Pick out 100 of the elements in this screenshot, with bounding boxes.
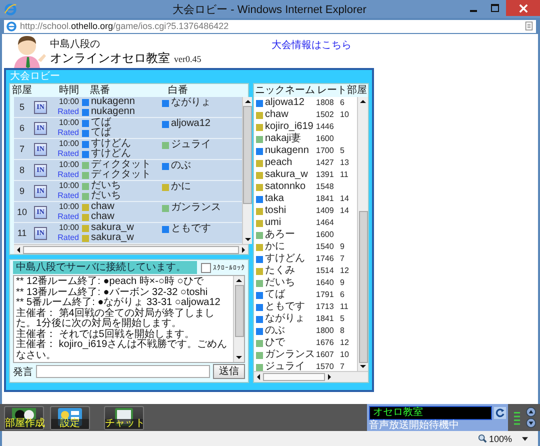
horizontal-scrollbar[interactable]	[254, 371, 368, 382]
rated-label: Rated	[58, 128, 79, 138]
rating: 1446	[316, 121, 335, 133]
player-name: nukagenn	[91, 107, 135, 117]
zoom-control[interactable]: 100%	[478, 434, 512, 444]
player-name: taka	[265, 193, 284, 205]
player-name: のぶ	[171, 161, 191, 171]
room-number: 9	[340, 241, 344, 253]
player-name: かに	[265, 241, 285, 253]
rating: 1570	[316, 361, 335, 371]
player-name: だいち	[91, 181, 121, 191]
room-number: 10	[340, 349, 349, 361]
player-name: chaw	[91, 212, 114, 222]
column-header: 時間	[58, 84, 80, 97]
address-field[interactable]: http://school.othello.org/game/ios.cgi?5.1376486422	[4, 20, 536, 32]
player-name: sakura_w	[91, 223, 134, 233]
player-name: ディクタット	[91, 170, 151, 180]
chat-message: 主催者： kojiro_i619さんは不戦勝です。ごめんなさい。	[16, 340, 228, 361]
toolbar-button[interactable]: チャット	[104, 406, 144, 430]
chat-message: 主催者： 第4回戦の全ての対局が終了しました。1分後に次の対局を開始します。	[16, 308, 216, 329]
time-limit: 10:00	[58, 181, 79, 191]
player-name: satonnko	[265, 181, 306, 193]
player-name: toshi	[265, 205, 286, 217]
page-icon[interactable]	[525, 21, 533, 31]
browser-logo-icon	[6, 20, 17, 32]
room-number: 10	[340, 109, 349, 121]
time-limit: 10:00	[58, 139, 79, 149]
dropdown-caret-icon[interactable]	[522, 436, 528, 440]
room-number: 12	[340, 337, 349, 349]
column-header: レート	[317, 84, 347, 97]
player-name: のぶ	[265, 325, 285, 337]
subtitle: 中島八段の	[50, 38, 101, 51]
send-button[interactable]: 送信	[213, 364, 245, 379]
rating: 1409	[316, 205, 335, 217]
toolbar-button[interactable]: 設定	[50, 406, 90, 430]
horizontal-scrollbar[interactable]	[14, 244, 248, 254]
room-number: 14	[340, 193, 349, 205]
time-limit: 10:00	[58, 160, 79, 170]
vertical-scrollbar[interactable]	[242, 97, 252, 244]
column-header: ニックネーム	[254, 84, 316, 97]
player-name: ガンランス	[265, 349, 315, 361]
column-header: 部屋	[347, 84, 368, 97]
player-name: てば	[91, 118, 111, 128]
player-name: たくみ	[265, 265, 295, 277]
player-name: umi	[265, 217, 282, 229]
volume-up-button[interactable]	[526, 407, 536, 417]
volume-down-button[interactable]	[526, 418, 536, 428]
channel-display: オセロ教室	[369, 406, 492, 420]
rated-label: Rated	[58, 107, 79, 117]
column-header: 黒番	[89, 84, 111, 96]
rating: 1791	[316, 289, 335, 301]
player-name: だいち	[91, 191, 121, 201]
vertical-scrollbar[interactable]	[233, 276, 244, 362]
rating: 1427	[316, 157, 335, 169]
player-name: ともです	[265, 301, 305, 313]
vertical-scrollbar[interactable]	[357, 97, 368, 371]
rated-label: Rated	[58, 170, 79, 180]
rating: 1391	[316, 169, 335, 181]
rated-label: Rated	[58, 212, 79, 222]
room-number: 5	[340, 313, 344, 325]
time-limit: 10:00	[58, 223, 79, 233]
rating: 1841	[316, 313, 335, 325]
room-number: 10	[16, 207, 28, 217]
rating: 1700	[316, 145, 335, 157]
rated-label: Rated	[58, 149, 79, 159]
player-name: すけどん	[91, 149, 131, 159]
room-number: 13	[340, 157, 349, 169]
rating: 1514	[316, 265, 335, 277]
version-label: ver0.45	[174, 54, 202, 64]
refresh-icon[interactable]	[494, 407, 506, 419]
player-name: ひで	[265, 337, 285, 349]
player-name: aljowa12	[265, 97, 304, 109]
tournament-info-link[interactable]: 大会情報はこちら	[271, 38, 352, 52]
rated-label: Rated	[58, 191, 79, 201]
rating: 1600	[316, 229, 335, 241]
message-input[interactable]	[36, 365, 210, 378]
room-number: 8	[18, 165, 26, 175]
chat-message: ** 5番ルーム終了: ●ながりょ 33-31 ○aljowa12	[16, 298, 222, 308]
rating: 1746	[316, 253, 335, 265]
rating: 1548	[316, 181, 335, 193]
player-name: nakaji妻	[265, 133, 302, 145]
room-number: 12	[340, 265, 349, 277]
room-number: 5	[18, 102, 26, 112]
rated-label: Rated	[58, 233, 79, 243]
player-name: あろー	[265, 229, 295, 241]
player-name: aljowa12	[171, 119, 210, 129]
player-name: だいち	[265, 277, 295, 289]
player-name: ガンランス	[171, 203, 221, 213]
player-name: kojiro_i619	[265, 121, 314, 132]
room-number: 7	[340, 253, 344, 265]
player-name: nukagenn	[265, 145, 309, 157]
close-button[interactable]	[506, 0, 540, 16]
room-number: 7	[340, 361, 344, 371]
broadcast-status: 音声放送開始待機中	[369, 420, 460, 431]
toolbar-button[interactable]: 部屋作成	[4, 406, 44, 430]
room-number: 11	[16, 228, 28, 238]
player-name: sakura_w	[265, 169, 308, 181]
browser-logo-icon	[4, 2, 17, 16]
player-name: nukagenn	[91, 97, 135, 107]
rating: 1841	[316, 193, 335, 205]
